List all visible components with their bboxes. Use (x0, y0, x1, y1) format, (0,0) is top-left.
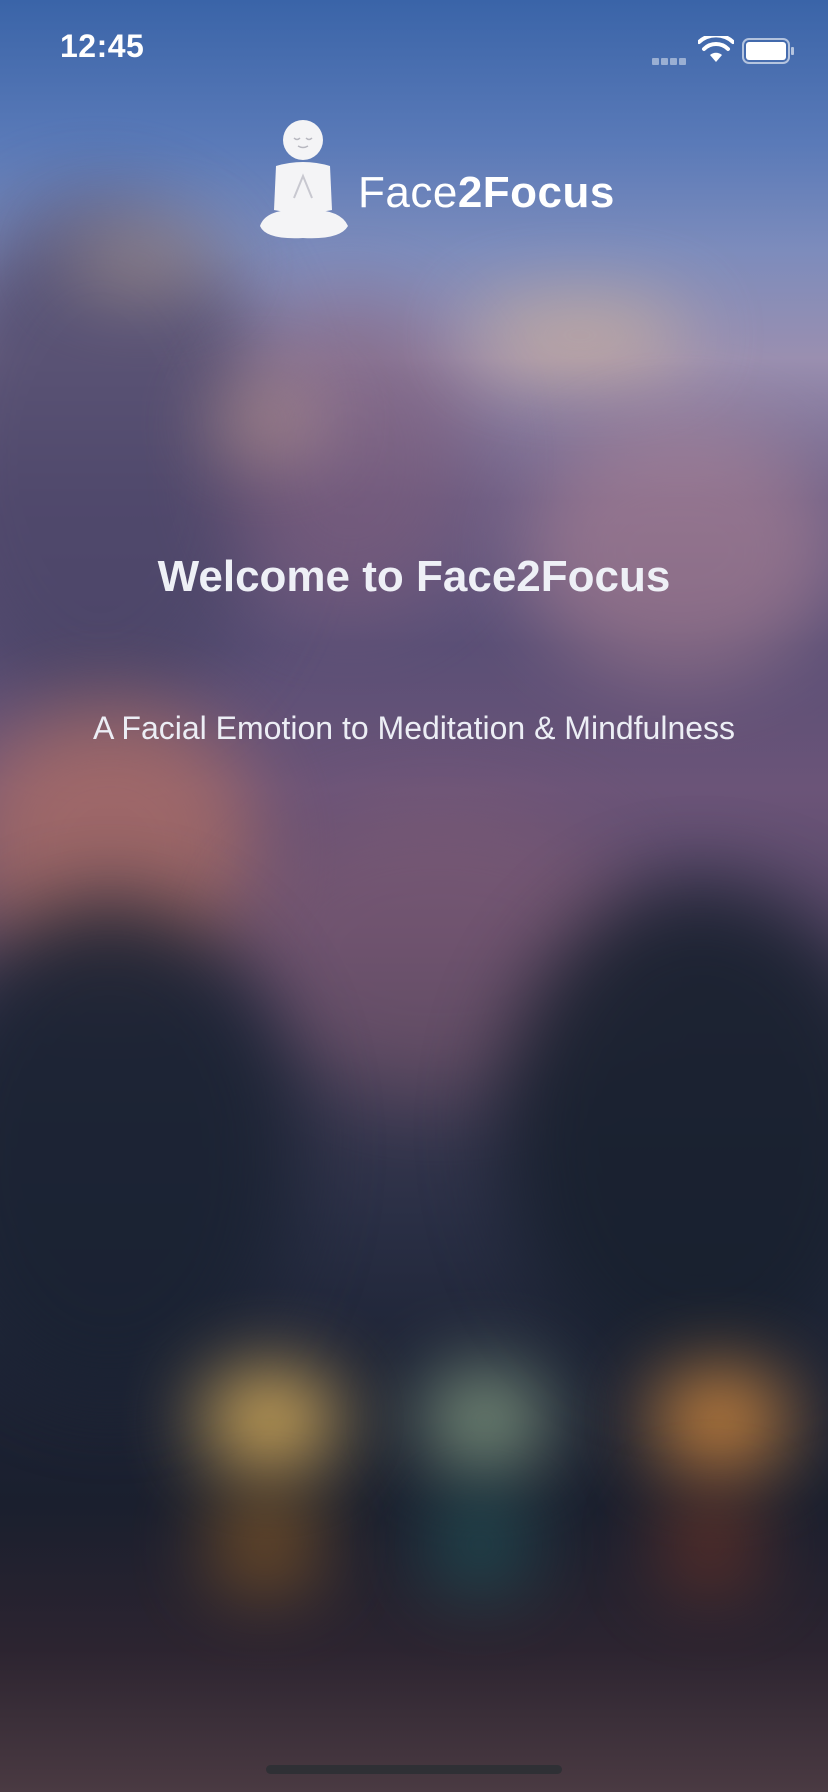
battery-icon (742, 38, 796, 69)
wifi-icon (697, 33, 735, 69)
status-bar: 12:45 (0, 0, 828, 100)
meditating-person-icon (256, 118, 356, 244)
background-landscape (0, 0, 828, 1792)
app-logo: Face2Focus (256, 118, 614, 244)
welcome-subtitle: A Facial Emotion to Meditation & Mindful… (92, 710, 736, 746)
logo-text-face: Face (358, 168, 458, 217)
app-logo-text: Face2Focus (358, 168, 615, 218)
home-indicator[interactable] (266, 1765, 562, 1774)
cellular-signal-icon (652, 52, 688, 70)
logo-text-2focus: 2Focus (457, 168, 615, 217)
welcome-title: Welcome to Face2Focus (157, 552, 671, 601)
status-time: 12:45 (60, 28, 145, 64)
